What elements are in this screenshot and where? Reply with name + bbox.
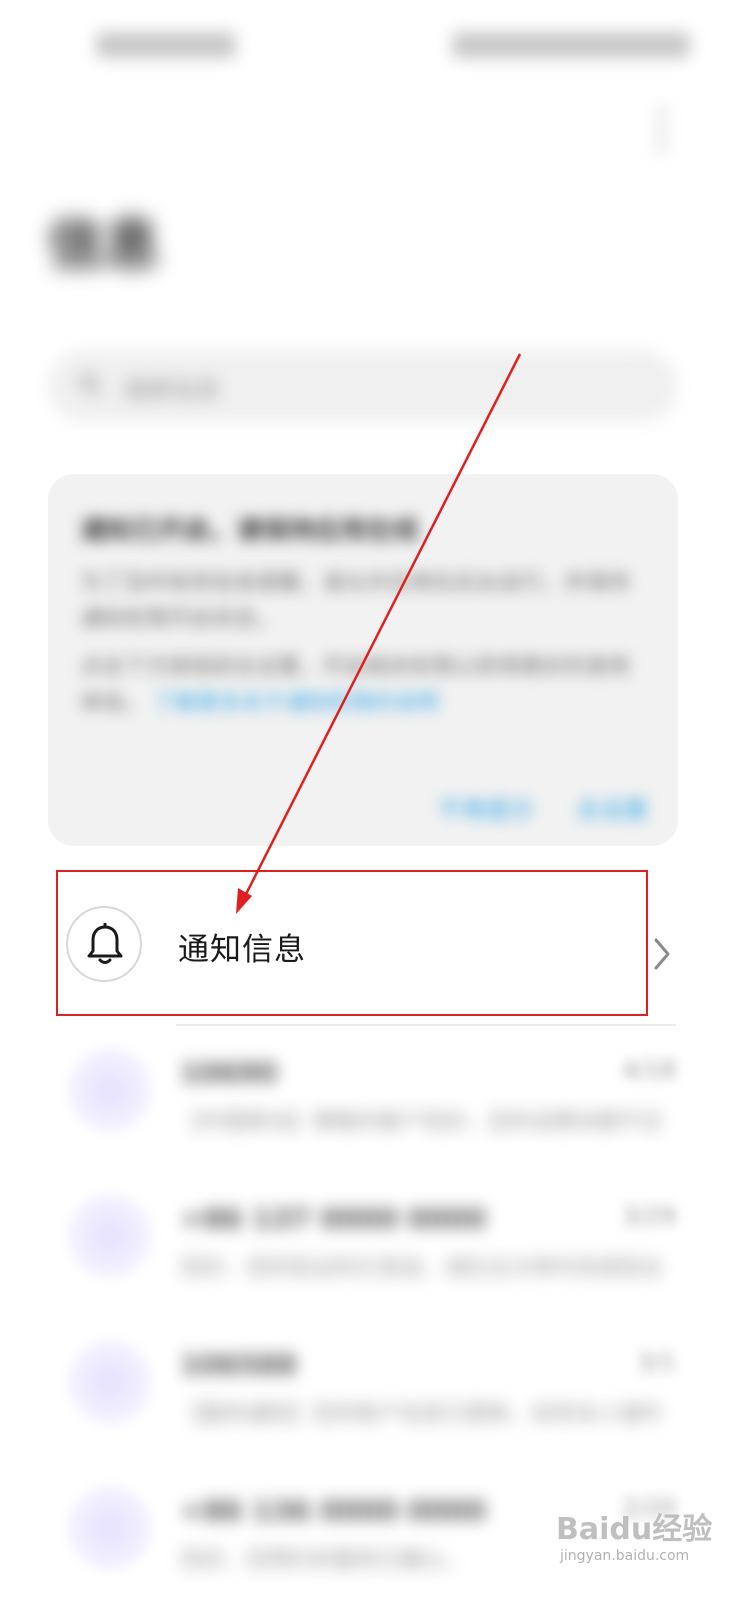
search-input[interactable]: 搜索信息 (48, 350, 678, 422)
banner-dismiss-button[interactable]: 不再提示 (438, 790, 534, 825)
watermark: Baidu经验 jingyan.baidu.com (556, 1496, 716, 1576)
more-options-icon[interactable] (648, 105, 676, 155)
contact-avatar (68, 1340, 152, 1424)
message-preview: 您好，您的验证码已发送，请在五分钟内完成验证操作。 (180, 1256, 660, 1281)
banner-link[interactable]: 了解更多关于通知权限的说明 (153, 691, 439, 716)
notification-info-label: 通知信息 (178, 932, 306, 968)
contact-avatar (68, 1486, 152, 1570)
message-time: 4/18 (622, 1056, 676, 1084)
message-preview: 【中国移动】尊敬的客户您好，您的话费余额不足请及时充值。 (180, 1110, 660, 1135)
message-sender: 106588 (180, 1348, 297, 1381)
list-item[interactable]: 10690 4/18 【中国移动】尊敬的客户您好，您的话费余额不足请及时充值。 (60, 1030, 680, 1150)
message-time: 3/29 (622, 1202, 676, 1230)
watermark-logo: Baidu经验 (556, 1512, 713, 1547)
contact-avatar (68, 1048, 152, 1132)
banner-title: 通知已开启，请保持应用在线 (80, 516, 419, 546)
message-time: 3/1 (637, 1348, 676, 1376)
banner-text: 为了及时收到信息提醒，请允许应用在后台运行，并保持通知权限开启状态。 (80, 571, 631, 632)
status-bar-right (452, 32, 690, 58)
divider (176, 1024, 676, 1026)
banner-text-secondary: 点击下方按钮前往设置，开启相关权限以获得更好的使用体验。 了解更多关于通知权限的… (80, 650, 646, 722)
message-sender: +86 136 0000 0000 (180, 1494, 486, 1527)
message-preview: 【服务通知】您的账户信息已更新，如非本人操作请联系客服。 (180, 1402, 660, 1427)
bell-icon (87, 923, 123, 964)
list-item[interactable]: +86 137 0000 0000 3/29 您好，您的验证码已发送，请在五分钟… (60, 1176, 680, 1296)
contact-avatar (68, 1194, 152, 1278)
chevron-right-icon[interactable] (650, 934, 674, 974)
search-icon (79, 373, 102, 396)
status-bar-left (96, 32, 236, 58)
permission-banner: 通知已开启，请保持应用在线 为了及时收到信息提醒，请允许应用在后台运行，并保持通… (48, 474, 678, 846)
list-item[interactable]: 106588 3/1 【服务通知】您的账户信息已更新，如非本人操作请联系客服。 (60, 1322, 680, 1442)
notification-info-row[interactable]: 通知信息 (56, 870, 648, 1016)
search-placeholder: 搜索信息 (124, 376, 220, 404)
watermark-url: jingyan.baidu.com (560, 1548, 690, 1564)
message-sender: 10690 (180, 1056, 278, 1089)
status-bar (0, 0, 738, 90)
notification-avatar (66, 906, 142, 982)
page-title: 信息 (48, 213, 160, 278)
banner-settings-button[interactable]: 去设置 (576, 790, 648, 825)
message-sender: +86 137 0000 0000 (180, 1202, 486, 1235)
